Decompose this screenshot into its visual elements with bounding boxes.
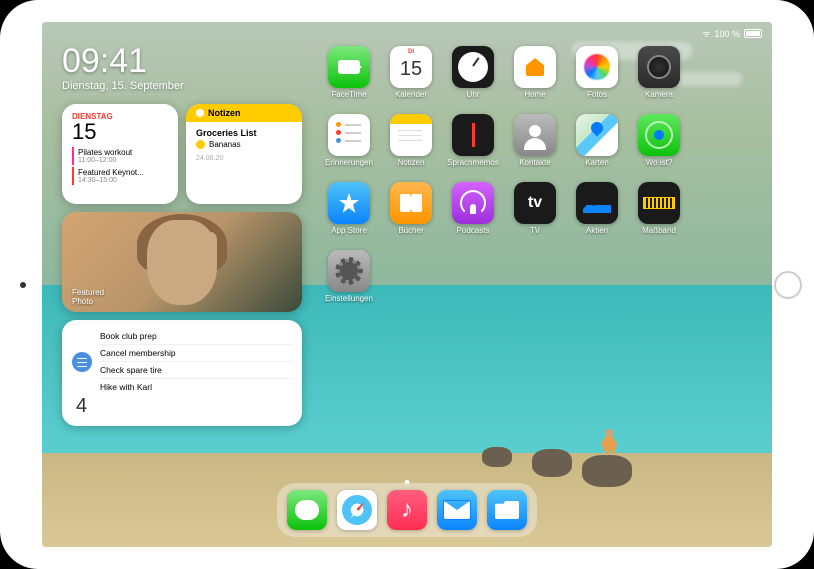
app-notizen[interactable]: Notizen <box>380 114 442 180</box>
app-aktien[interactable]: Aktien <box>566 182 628 248</box>
dock-app-nachrichten[interactable] <box>287 490 327 530</box>
app-label: Notizen <box>397 158 424 167</box>
app-label: Einstellungen <box>325 294 373 303</box>
note-title: Groceries List <box>196 128 292 138</box>
reminder-item: Cancel membership <box>100 345 292 362</box>
app-kontakte[interactable]: Kontakte <box>504 114 566 180</box>
calendar-event: Pilates workout 11:00–12:00 <box>72 147 168 165</box>
reminder-item: Book club prep <box>100 328 292 345</box>
dock-app-dateien[interactable] <box>487 490 527 530</box>
photos-icon <box>576 46 618 88</box>
app-label: Maßband <box>642 226 676 235</box>
app-kalender[interactable]: DI15 Kalender <box>380 46 442 112</box>
maps-icon <box>576 114 618 156</box>
photos-widget[interactable]: Featured Photo <box>62 212 302 312</box>
app-einstellungen[interactable]: Einstellungen <box>318 250 380 316</box>
today-view: 09:41 Dienstag, 15. September DIENSTAG 1… <box>62 44 302 547</box>
app-fotos[interactable]: Fotos <box>566 46 628 112</box>
app-appstore[interactable]: App Store <box>318 182 380 248</box>
reminders-icon <box>72 352 92 372</box>
tv-icon <box>514 182 556 224</box>
stocks-icon <box>576 182 618 224</box>
app-label: Aktien <box>586 226 608 235</box>
home-button[interactable] <box>774 271 802 299</box>
reminders-widget[interactable]: Book club prepCancel membershipCheck spa… <box>62 320 302 426</box>
calendar-event: Featured Keynot... 14:30–15:00 <box>72 167 168 185</box>
app-woist[interactable]: Wo ist? <box>628 114 690 180</box>
note-date: 24.06.20 <box>196 155 292 162</box>
findmy-icon <box>638 114 680 156</box>
app-facetime[interactable]: FaceTime <box>318 46 380 112</box>
contacts-icon <box>514 114 556 156</box>
rem-icon <box>328 114 370 156</box>
ipad-device: ᯤ 100 % 09:41 Dienstag, 15. September DI… <box>0 0 814 569</box>
notes-header: Notizen <box>186 104 302 122</box>
clock-time: 09:41 <box>62 44 302 78</box>
app-maband[interactable]: Maßband <box>628 182 690 248</box>
podcasts-icon <box>452 182 494 224</box>
app-label: FaceTime <box>331 90 366 99</box>
checkbox-icon <box>196 140 205 149</box>
measure-icon <box>638 182 680 224</box>
app-label: Kontakte <box>519 158 551 167</box>
facetime-icon <box>328 46 370 88</box>
app-grid: FaceTime DI15 Kalender Uhr Home Fotos Kamera Er… <box>318 44 752 547</box>
settings-icon <box>328 250 370 292</box>
front-camera <box>20 282 26 288</box>
app-sprachmemos[interactable]: Sprachmemos <box>442 114 504 180</box>
reminder-item: Check spare tire <box>100 362 292 379</box>
dock <box>277 483 537 537</box>
home-ic-icon <box>514 46 556 88</box>
app-label: Wo ist? <box>646 158 673 167</box>
notes-icon <box>196 109 204 117</box>
app-erinnerungen[interactable]: Erinnerungen <box>318 114 380 180</box>
clock-ic-icon <box>452 46 494 88</box>
app-label: Podcasts <box>457 226 490 235</box>
clock-date: Dienstag, 15. September <box>62 80 302 92</box>
app-label: Home <box>524 90 545 99</box>
calendar-widget[interactable]: DIENSTAG 15 Pilates workout 11:00–12:00 … <box>62 104 178 204</box>
app-label: Kalender <box>395 90 427 99</box>
calendar-day-number: 15 <box>72 121 168 143</box>
app-label: Bücher <box>398 226 423 235</box>
app-karten[interactable]: Karten <box>566 114 628 180</box>
app-label: Uhr <box>467 90 480 99</box>
app-label: Sprachmemos <box>447 158 499 167</box>
dock-app-safari[interactable] <box>337 490 377 530</box>
reminder-item: Hike with Karl <box>100 379 292 395</box>
photo-label: Featured Photo <box>72 288 104 306</box>
app-label: TV <box>530 226 540 235</box>
app-label: Kamera <box>645 90 673 99</box>
app-home[interactable]: Home <box>504 46 566 112</box>
app-label: Fotos <box>587 90 607 99</box>
dock-app-mail[interactable] <box>437 490 477 530</box>
note-item: Bananas <box>196 140 292 149</box>
app-podcasts[interactable]: Podcasts <box>442 182 504 248</box>
app-label: Karten <box>585 158 609 167</box>
notes-icon <box>390 114 432 156</box>
voice-icon <box>452 114 494 156</box>
app-uhr[interactable]: Uhr <box>442 46 504 112</box>
store-icon <box>328 182 370 224</box>
camera-ic-icon <box>638 46 680 88</box>
clock-widget: 09:41 Dienstag, 15. September <box>62 44 302 92</box>
app-tv[interactable]: TV <box>504 182 566 248</box>
app-kamera[interactable]: Kamera <box>628 46 690 112</box>
books-icon <box>390 182 432 224</box>
app-bcher[interactable]: Bücher <box>380 182 442 248</box>
screen: ᯤ 100 % 09:41 Dienstag, 15. September DI… <box>42 22 772 547</box>
app-label: Erinnerungen <box>325 158 373 167</box>
app-label: App Store <box>331 226 367 235</box>
cal-icon: DI15 <box>390 46 432 88</box>
dock-app-musik[interactable] <box>387 490 427 530</box>
notes-widget[interactable]: Notizen Groceries List Bananas 24.06.20 <box>186 104 302 204</box>
reminders-count: 4 <box>76 395 87 418</box>
